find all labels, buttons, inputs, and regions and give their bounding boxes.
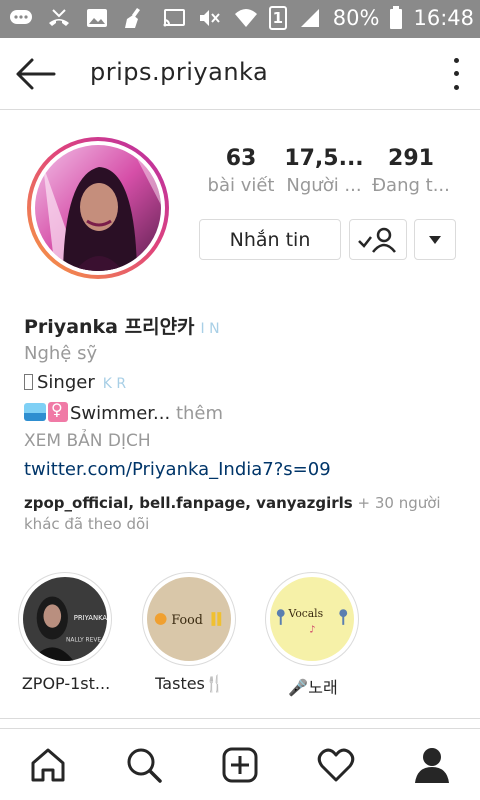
stat-following-label: Đang t... [372,175,450,196]
status-bar: 1 80% 16:48 [0,0,480,38]
bio-singer-suffix: K R [102,376,127,392]
mute-icon [197,6,223,30]
bio-line-singer: Singer K R [24,372,464,393]
highlight-zpop[interactable]: PRIYANKA NALLY REVE ZPOP-1st... [18,572,114,693]
search-icon[interactable] [116,737,172,793]
wave-emoji-icon [24,403,46,421]
battery-percent: 80% [332,6,380,30]
highlight-vocals[interactable]: Vocals ♪ 🎤노래 [265,572,361,697]
bio-swimmer-text: Swimmer... [70,403,171,424]
bio-more-link[interactable]: thêm [170,403,223,424]
stat-followers-value: 17,5... [284,146,364,171]
stat-following-value: 291 [388,146,434,171]
bio-line-swimmer: Swimmer... thêm [24,400,464,424]
svg-text:♪: ♪ [309,625,315,636]
female-sign-emoji-icon [48,400,68,422]
followed-by-users: zpop_official, bell.fanpage, vanyazgirls [24,494,353,512]
stat-posts-value: 63 [225,146,257,171]
suggestions-dropdown-button[interactable] [414,219,456,260]
bio-name-suffix: I N [200,321,220,337]
stat-posts[interactable]: 63 bài viết [196,145,286,199]
highlight-vocals-thumb: Vocals ♪ [270,577,354,661]
bio-category: Nghệ sỹ [24,343,98,364]
profile-header: prips.priyanka [0,38,480,110]
followed-by-text[interactable]: zpop_official, bell.fanpage, vanyazgirls… [24,493,464,535]
highlight-vocals-label: 🎤노래 [288,678,338,697]
heart-icon[interactable] [308,737,364,793]
add-post-icon[interactable] [212,737,268,793]
stat-followers-label: Người ... [286,175,362,196]
highlight-zpop-thumb: PRIYANKA NALLY REVE [23,577,107,661]
highlight-zpop-label: ZPOP-1st... [21,674,111,693]
missing-emoji-icon [24,374,33,390]
avatar-photo [35,145,161,271]
sim-badge: 1 [268,6,287,30]
gallery-icon [84,6,110,30]
highlight-tastes-thumb-text: Food [171,612,203,627]
stat-following[interactable]: 291 Đang t... [366,145,456,199]
highlight-zpop-thumb-text: PRIYANKA [74,614,107,622]
bio-name: Priyanka 프리얀카 I N [24,312,464,339]
missed-call-icon [46,6,72,30]
more-options-icon[interactable] [448,54,464,94]
username-title: prips.priyanka [90,58,269,86]
battery-icon [389,6,403,30]
chat-notification-icon [8,6,34,30]
highlight-zpop-thumb-sub: NALLY REVE [66,637,101,643]
highlight-vocals-thumb-text: Vocals [288,607,324,620]
profile-icon[interactable] [404,737,460,793]
highlight-tastes-label: Tastes🍴 [155,674,225,693]
cast-icon [161,6,187,30]
highlight-tastes[interactable]: Food Tastes🍴 [142,572,238,693]
message-button[interactable]: Nhắn tin [199,219,341,260]
back-arrow-icon[interactable] [14,56,56,92]
following-check-icon [358,227,396,253]
bio-name-text: Priyanka 프리얀카 [24,316,195,338]
bio-website-link[interactable]: twitter.com/Priyanka_India7?s=09 [24,459,464,480]
stat-followers[interactable]: 17,5... Người ... [279,145,369,199]
signal-icon [297,6,323,30]
following-button[interactable] [349,219,407,260]
chevron-down-icon [429,235,441,244]
bottom-navigation [0,728,480,800]
see-translation-link[interactable]: XEM BẢN DỊCH [24,431,464,451]
bio-singer-text: Singer [37,372,95,393]
highlight-tastes-thumb: Food [147,577,231,661]
profile-avatar[interactable] [27,137,169,279]
section-divider [0,718,480,719]
stat-posts-label: bài viết [207,175,275,196]
wifi-icon [233,6,259,30]
home-icon[interactable] [20,737,76,793]
cleaner-icon [122,6,148,30]
clock: 16:48 [413,6,474,30]
